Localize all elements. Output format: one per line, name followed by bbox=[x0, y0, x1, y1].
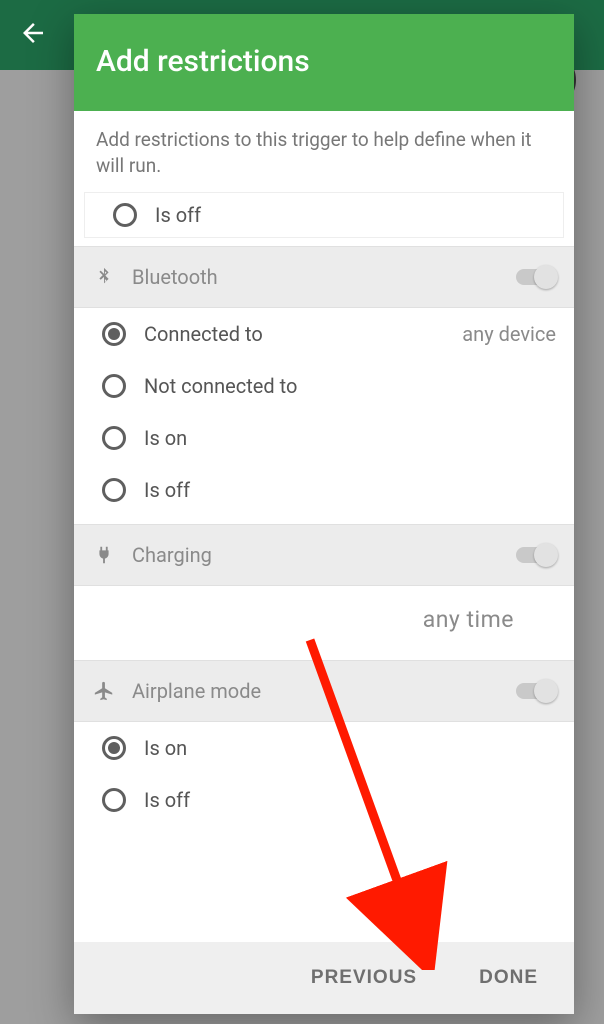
restrictions-scroll[interactable]: Is off Bluetooth Connected to any device… bbox=[74, 192, 574, 942]
dialog-title: Add restrictions bbox=[74, 14, 574, 111]
option-bt-is-on[interactable]: Is on bbox=[74, 412, 574, 464]
option-label: Not connected to bbox=[144, 374, 556, 398]
add-restrictions-dialog: Add restrictions Add restrictions to thi… bbox=[74, 14, 574, 1014]
airplane-icon bbox=[92, 679, 116, 703]
option-connected-to[interactable]: Connected to any device bbox=[74, 308, 574, 360]
option-label: Is on bbox=[144, 736, 556, 760]
option-label: Is off bbox=[144, 478, 556, 502]
section-title: Charging bbox=[132, 543, 516, 567]
value-text: any time bbox=[423, 606, 514, 633]
done-button[interactable]: DONE bbox=[479, 967, 538, 989]
previous-button[interactable]: PREVIOUS bbox=[311, 967, 417, 989]
section-header-bluetooth[interactable]: Bluetooth bbox=[74, 246, 574, 308]
option-not-connected-to[interactable]: Not connected to bbox=[74, 360, 574, 412]
option-bt-is-off[interactable]: Is off bbox=[74, 464, 574, 516]
option-label: Is on bbox=[144, 426, 556, 450]
radio-unselected-icon bbox=[102, 478, 126, 502]
airplane-toggle[interactable] bbox=[516, 683, 556, 699]
radio-unselected-icon bbox=[102, 426, 126, 450]
radio-unselected-icon bbox=[113, 203, 137, 227]
radio-unselected-icon bbox=[102, 788, 126, 812]
option-airplane-is-off[interactable]: Is off bbox=[74, 774, 574, 826]
charging-value[interactable]: any time bbox=[74, 586, 574, 652]
section-header-charging[interactable]: Charging bbox=[74, 524, 574, 586]
option-label: Is off bbox=[155, 203, 201, 227]
radio-selected-icon bbox=[102, 736, 126, 760]
charging-body: any time bbox=[74, 586, 574, 652]
dialog-footer: PREVIOUS DONE bbox=[74, 942, 574, 1014]
back-arrow-icon[interactable] bbox=[18, 18, 48, 52]
prev-section-option-is-off[interactable]: Is off bbox=[84, 192, 564, 238]
plug-icon bbox=[92, 543, 116, 567]
airplane-options: Is on Is off bbox=[74, 722, 574, 826]
charging-toggle[interactable] bbox=[516, 547, 556, 563]
dialog-description: Add restrictions to this trigger to help… bbox=[74, 111, 574, 192]
radio-unselected-icon bbox=[102, 374, 126, 398]
section-header-airplane[interactable]: Airplane mode bbox=[74, 660, 574, 722]
bluetooth-icon bbox=[92, 265, 116, 289]
bluetooth-toggle[interactable] bbox=[516, 269, 556, 285]
option-label: Is off bbox=[144, 788, 556, 812]
bluetooth-options: Connected to any device Not connected to… bbox=[74, 308, 574, 516]
option-label: Connected to bbox=[144, 322, 462, 346]
option-value[interactable]: any device bbox=[462, 322, 556, 346]
radio-selected-icon bbox=[102, 322, 126, 346]
section-title: Bluetooth bbox=[132, 265, 516, 289]
option-airplane-is-on[interactable]: Is on bbox=[74, 722, 574, 774]
section-title: Airplane mode bbox=[132, 679, 516, 703]
